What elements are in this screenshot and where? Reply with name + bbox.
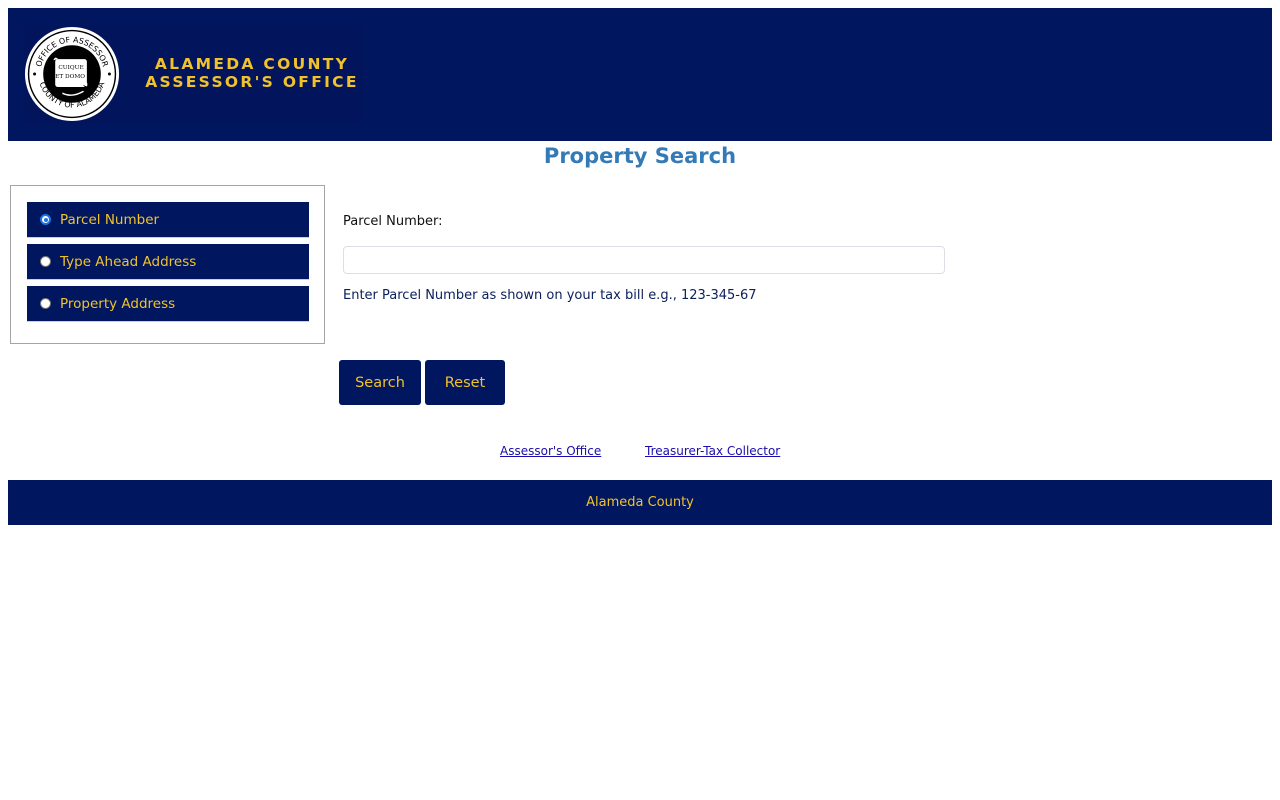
logo-line-1: ALAMEDA COUNTY	[154, 55, 350, 73]
search-option-label: Type Ahead Address	[60, 253, 197, 270]
radio-parcel-number[interactable]	[40, 214, 51, 225]
treasurer-tax-collector-link[interactable]: Treasurer-Tax Collector	[645, 444, 780, 458]
seal-scroll-text-1: CUIQUE	[58, 65, 83, 71]
search-option-label: Property Address	[60, 295, 176, 312]
seal-scroll-text-2: ET DOMO	[55, 74, 85, 80]
site-header: OFFICE OF ASSESSOR COUNTY OF ALAMEDA CUI…	[8, 8, 1272, 141]
parcel-number-help-text: Enter Parcel Number as shown on your tax…	[343, 288, 757, 303]
assessor-logo[interactable]: OFFICE OF ASSESSOR COUNTY OF ALAMEDA CUI…	[23, 25, 363, 123]
page-title: Property Search	[543, 144, 737, 168]
search-option-type-ahead-address[interactable]: Type Ahead Address	[27, 244, 309, 279]
parcel-number-input[interactable]	[343, 246, 945, 274]
footer-text: Alameda County	[586, 495, 694, 510]
assessors-office-link[interactable]: Assessor's Office	[500, 444, 601, 458]
county-seal-icon: OFFICE OF ASSESSOR COUNTY OF ALAMEDA CUI…	[24, 26, 120, 122]
radio-property-address[interactable]	[40, 298, 51, 309]
reset-button[interactable]: Reset	[425, 360, 505, 405]
search-option-parcel-number[interactable]: Parcel Number	[27, 202, 309, 237]
site-footer: Alameda County	[8, 480, 1272, 525]
logo-line-2: ASSESSOR'S OFFICE	[145, 73, 359, 91]
parcel-number-label: Parcel Number:	[343, 214, 443, 229]
search-option-label: Parcel Number	[60, 211, 160, 228]
search-type-panel: Parcel Number Type Ahead Address Propert…	[10, 185, 325, 344]
logo-title: ALAMEDA COUNTY ASSESSOR'S OFFICE	[141, 55, 363, 91]
search-option-property-address[interactable]: Property Address	[27, 286, 309, 321]
search-button[interactable]: Search	[339, 360, 421, 405]
radio-type-ahead-address[interactable]	[40, 256, 51, 267]
